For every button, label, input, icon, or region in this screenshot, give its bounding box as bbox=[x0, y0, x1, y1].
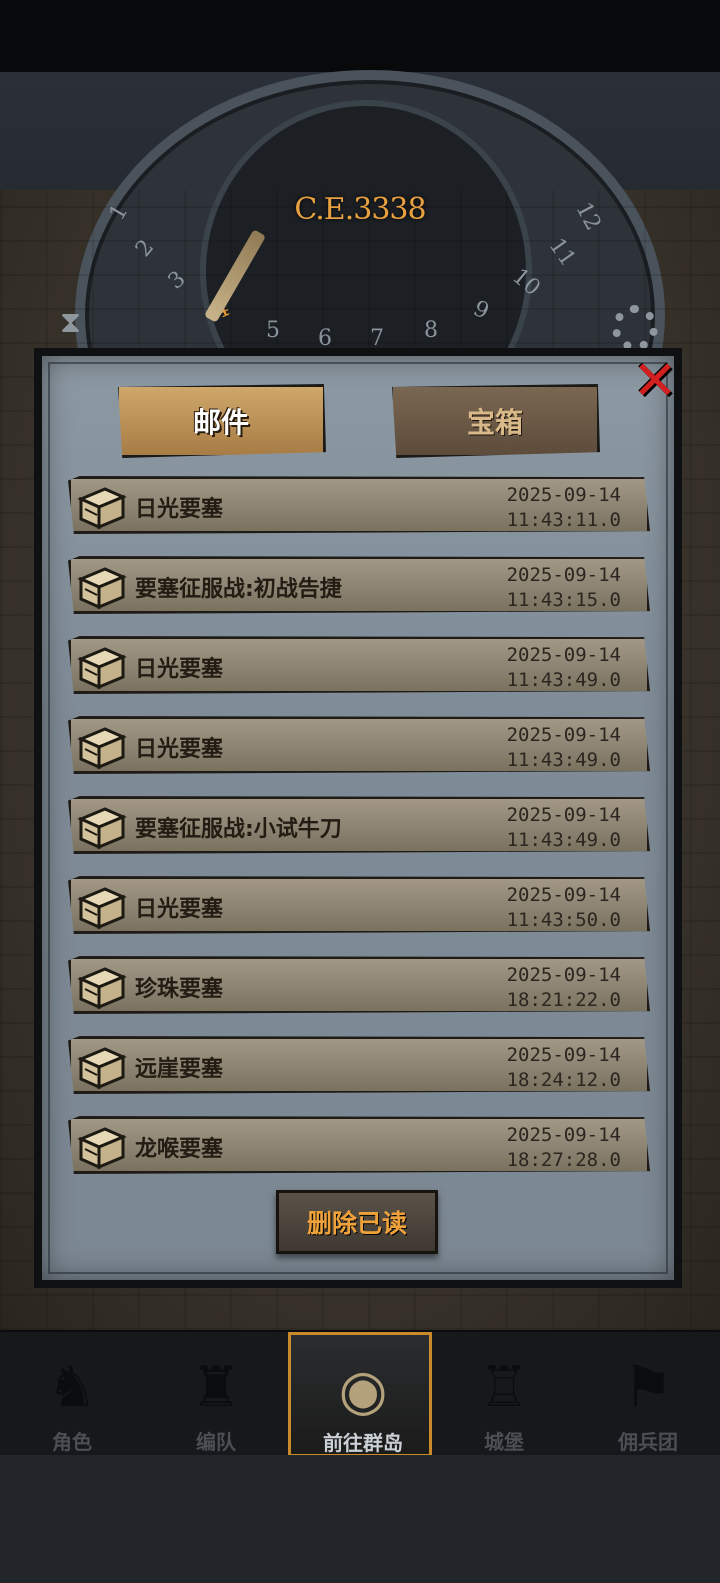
nav-formation[interactable]: ♜ 编队 bbox=[144, 1332, 288, 1457]
close-icon: ✕ bbox=[632, 349, 678, 412]
gear-icon[interactable] bbox=[612, 305, 658, 351]
nav-label: 佣兵团 bbox=[618, 1430, 678, 1454]
mail-title: 要塞征服战:小试牛刀 bbox=[135, 817, 342, 842]
nav-castle[interactable]: ♖ 城堡 bbox=[432, 1332, 576, 1457]
mail-time: 11:43:49.0 bbox=[506, 829, 621, 851]
chest-icon bbox=[77, 1047, 127, 1090]
mail-time: 18:24:12.0 bbox=[506, 1069, 621, 1091]
mail-row[interactable]: 远崖要塞 2025-09-14 18:24:12.0 bbox=[68, 1036, 650, 1094]
chest-icon bbox=[77, 887, 127, 930]
mail-title: 日光要塞 bbox=[135, 737, 224, 762]
mail-time: 18:27:28.0 bbox=[506, 1149, 621, 1171]
era-label: C.E.3338 bbox=[294, 192, 426, 227]
mail-date: 2025-09-14 bbox=[506, 1044, 621, 1066]
close-button[interactable]: ✕ bbox=[628, 354, 682, 408]
status-bar bbox=[0, 0, 720, 72]
mail-title: 远崖要塞 bbox=[135, 1057, 224, 1082]
chest-icon bbox=[77, 807, 127, 850]
mail-row[interactable]: 要塞征服战:初战告捷 2025-09-14 11:43:15.0 bbox=[68, 556, 650, 614]
chest-icon bbox=[77, 1127, 127, 1170]
mail-title: 日光要塞 bbox=[135, 657, 224, 682]
mail-date: 2025-09-14 bbox=[506, 964, 621, 986]
mail-title: 日光要塞 bbox=[135, 497, 224, 522]
nav-mercenary[interactable]: ⚑ 佣兵团 bbox=[576, 1332, 720, 1457]
bottom-nav: ♞ 角色 ♜ 编队 ◉ 前往群岛 ♖ 城堡 ⚑ 佣兵团 bbox=[0, 1330, 720, 1457]
mail-timestamp: 2025-09-14 11:43:49.0 bbox=[507, 643, 621, 693]
nav-label: 编队 bbox=[196, 1430, 236, 1454]
formation-icon: ♜ bbox=[190, 1355, 242, 1420]
nav-islands[interactable]: ◉ 前往群岛 bbox=[288, 1332, 432, 1457]
mail-row[interactable]: 珍珠要塞 2025-09-14 18:21:22.0 bbox=[68, 956, 650, 1014]
tab-mail[interactable]: 邮件 bbox=[118, 384, 326, 458]
nav-character[interactable]: ♞ 角色 bbox=[0, 1332, 144, 1457]
castle-icon: ♖ bbox=[478, 1355, 530, 1420]
mail-row[interactable]: 龙喉要塞 2025-09-14 18:27:28.0 bbox=[68, 1116, 650, 1174]
dial-number: 8 bbox=[424, 318, 438, 343]
mail-time: 11:43:50.0 bbox=[506, 909, 621, 931]
mail-date: 2025-09-14 bbox=[506, 884, 621, 906]
chest-icon bbox=[77, 487, 127, 530]
mail-timestamp: 2025-09-14 11:43:15.0 bbox=[507, 563, 621, 613]
delete-read-button[interactable]: 删除已读 bbox=[276, 1190, 438, 1254]
mail-title: 要塞征服战:初战告捷 bbox=[135, 577, 342, 602]
hourglass-icon[interactable]: ⧗ bbox=[60, 305, 81, 340]
chest-icon bbox=[77, 727, 127, 770]
mail-time: 11:43:15.0 bbox=[506, 589, 621, 611]
mercenary-icon: ⚑ bbox=[622, 1355, 674, 1420]
mail-row[interactable]: 日光要塞 2025-09-14 11:43:50.0 bbox=[68, 876, 650, 934]
mail-timestamp: 2025-09-14 18:27:28.0 bbox=[507, 1123, 621, 1173]
mail-date: 2025-09-14 bbox=[506, 564, 621, 586]
mail-timestamp: 2025-09-14 11:43:49.0 bbox=[507, 723, 621, 773]
knight-icon: ♞ bbox=[46, 1355, 98, 1420]
nav-label: 城堡 bbox=[484, 1430, 524, 1454]
mail-date: 2025-09-14 bbox=[506, 484, 621, 506]
mail-date: 2025-09-14 bbox=[506, 644, 621, 666]
mail-title: 龙喉要塞 bbox=[135, 1137, 224, 1162]
mail-date: 2025-09-14 bbox=[506, 724, 621, 746]
tab-chest[interactable]: 宝箱 bbox=[392, 384, 600, 458]
mail-row[interactable]: 要塞征服战:小试牛刀 2025-09-14 11:43:49.0 bbox=[68, 796, 650, 854]
mail-timestamp: 2025-09-14 18:21:22.0 bbox=[507, 963, 621, 1013]
mail-time: 18:21:22.0 bbox=[506, 989, 621, 1011]
mail-time: 11:43:49.0 bbox=[506, 669, 621, 691]
mail-time: 11:43:49.0 bbox=[506, 749, 621, 771]
mail-timestamp: 2025-09-14 11:43:50.0 bbox=[507, 883, 621, 933]
mail-row[interactable]: 日光要塞 2025-09-14 11:43:49.0 bbox=[68, 636, 650, 694]
bottom-strip bbox=[0, 1455, 720, 1583]
mail-date: 2025-09-14 bbox=[506, 804, 621, 826]
mail-timestamp: 2025-09-14 18:24:12.0 bbox=[507, 1043, 621, 1093]
mail-timestamp: 2025-09-14 11:43:49.0 bbox=[507, 803, 621, 853]
chest-icon bbox=[77, 647, 127, 690]
globe-icon: ◉ bbox=[338, 1358, 388, 1423]
dial-number: 5 bbox=[266, 318, 280, 343]
mail-row[interactable]: 日光要塞 2025-09-14 11:43:49.0 bbox=[68, 716, 650, 774]
nav-label: 前往群岛 bbox=[323, 1431, 403, 1455]
chest-icon bbox=[77, 967, 127, 1010]
nav-label: 角色 bbox=[52, 1430, 92, 1454]
mail-title: 日光要塞 bbox=[135, 897, 224, 922]
mail-date: 2025-09-14 bbox=[506, 1124, 621, 1146]
mail-timestamp: 2025-09-14 11:43:11.0 bbox=[507, 483, 621, 533]
mail-title: 珍珠要塞 bbox=[135, 977, 224, 1002]
mail-row[interactable]: 日光要塞 2025-09-14 11:43:11.0 bbox=[68, 476, 650, 534]
mail-time: 11:43:11.0 bbox=[506, 509, 621, 531]
chest-icon bbox=[77, 567, 127, 610]
